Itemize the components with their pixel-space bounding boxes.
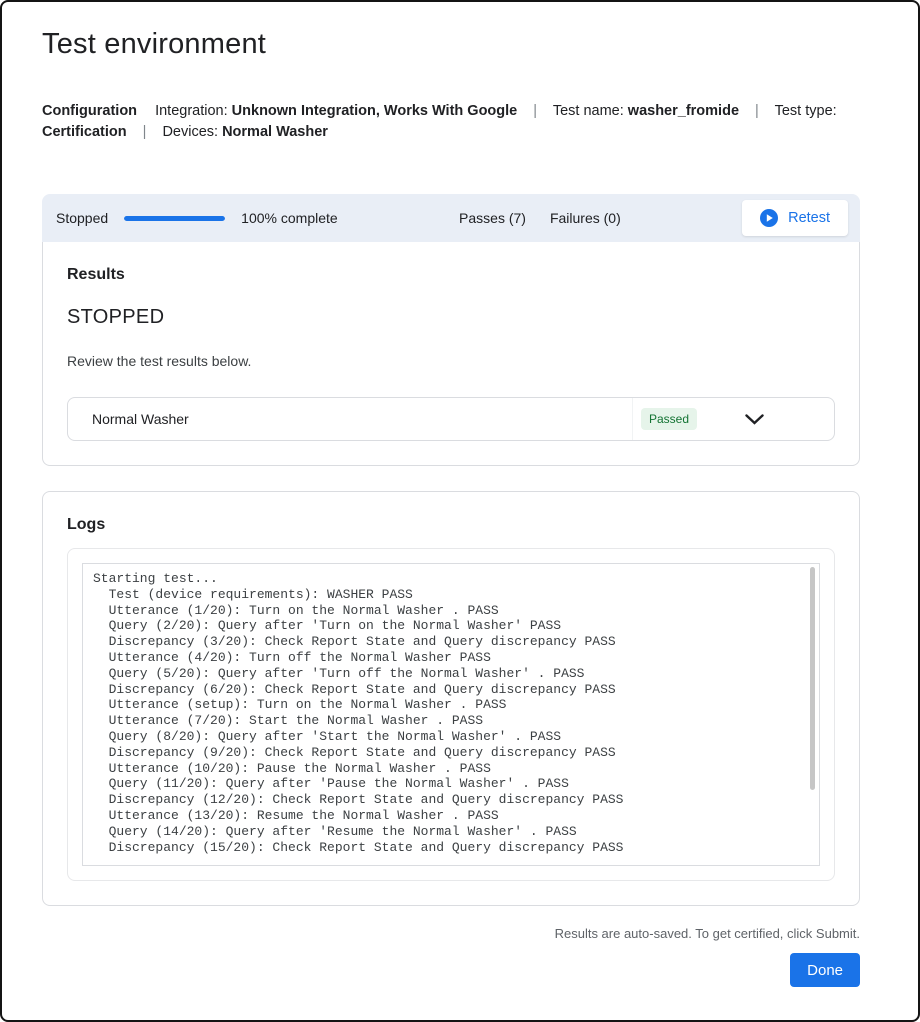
log-line: Query (8/20): Query after 'Start the Nor… (93, 729, 803, 745)
chevron-down-icon[interactable] (745, 414, 764, 425)
test-type-label: Test type: (775, 103, 837, 119)
integration-value: Unknown Integration, Works With Google (232, 103, 518, 119)
log-line: Utterance (setup): Turn on the Normal Wa… (93, 697, 803, 713)
configuration-label: Configuration (42, 103, 137, 119)
log-lines: Starting test... Test (device requiremen… (93, 571, 803, 855)
log-line: Query (2/20): Query after 'Turn on the N… (93, 618, 803, 634)
pass-fail-counts: Passes (7) Failures (0) (459, 210, 621, 226)
test-type-value: Certification (42, 124, 127, 140)
footer: Results are auto-saved. To get certified… (42, 926, 860, 987)
status-badge: Passed (641, 408, 697, 430)
test-environment-page: Test environment Configuration Integrati… (0, 0, 920, 1022)
progress-bar-fill (124, 216, 225, 221)
log-line: Utterance (13/20): Resume the Normal Was… (93, 808, 803, 824)
log-line: Utterance (1/20): Turn on the Normal Was… (93, 603, 803, 619)
log-line: Query (14/20): Query after 'Resume the N… (93, 824, 803, 840)
log-line: Utterance (10/20): Pause the Normal Wash… (93, 761, 803, 777)
retest-button-label: Retest (788, 210, 830, 226)
log-line: Utterance (7/20): Start the Normal Washe… (93, 713, 803, 729)
devices-label: Devices: (162, 124, 218, 140)
log-line: Discrepancy (12/20): Check Report State … (93, 792, 803, 808)
page-title: Test environment (42, 28, 860, 61)
log-line: Utterance (4/20): Turn off the Normal Wa… (93, 650, 803, 666)
configuration-summary: Configuration Integration: Unknown Integ… (42, 101, 860, 143)
results-description: Review the test results below. (67, 353, 835, 369)
status-state-label: Stopped (56, 210, 108, 226)
logs-heading: Logs (67, 516, 835, 534)
results-state-text: STOPPED (67, 306, 835, 329)
failures-count: Failures (0) (550, 210, 621, 226)
results-heading: Results (67, 266, 835, 284)
device-result-row[interactable]: Normal Washer Passed (67, 397, 835, 441)
integration-label: Integration: (155, 103, 228, 119)
progress-bar (124, 216, 225, 221)
log-line: Query (11/20): Query after 'Pause the No… (93, 776, 803, 792)
passes-count: Passes (7) (459, 210, 526, 226)
log-output[interactable]: Starting test... Test (device requiremen… (82, 563, 820, 866)
log-line: Discrepancy (3/20): Check Report State a… (93, 634, 803, 650)
log-line: Discrepancy (6/20): Check Report State a… (93, 682, 803, 698)
devices-value: Normal Washer (222, 124, 328, 140)
retest-button[interactable]: Retest (742, 200, 848, 236)
device-row-right: Passed (632, 398, 810, 440)
log-line: Discrepancy (9/20): Check Report State a… (93, 745, 803, 761)
device-name: Normal Washer (92, 411, 189, 427)
results-section: Results STOPPED Review the test results … (42, 242, 860, 466)
scrollbar-thumb[interactable] (810, 567, 815, 790)
test-status-bar: Stopped 100% complete Passes (7) Failure… (42, 194, 860, 242)
progress-text: 100% complete (241, 210, 338, 226)
separator: | (143, 124, 147, 140)
log-line: Test (device requirements): WASHER PASS (93, 587, 803, 603)
log-line: Starting test... (93, 571, 803, 587)
separator: | (533, 103, 537, 119)
play-circle-icon (760, 209, 778, 227)
autosave-note: Results are auto-saved. To get certified… (42, 926, 860, 941)
log-line: Discrepancy (15/20): Check Report State … (93, 840, 803, 856)
log-line: Query (5/20): Query after 'Turn off the … (93, 666, 803, 682)
done-button[interactable]: Done (790, 953, 860, 987)
test-name-value: washer_fromide (628, 103, 739, 119)
log-panel: Starting test... Test (device requiremen… (67, 548, 835, 881)
test-name-label: Test name: (553, 103, 624, 119)
separator: | (755, 103, 759, 119)
logs-section: Logs Starting test... Test (device requi… (42, 491, 860, 906)
